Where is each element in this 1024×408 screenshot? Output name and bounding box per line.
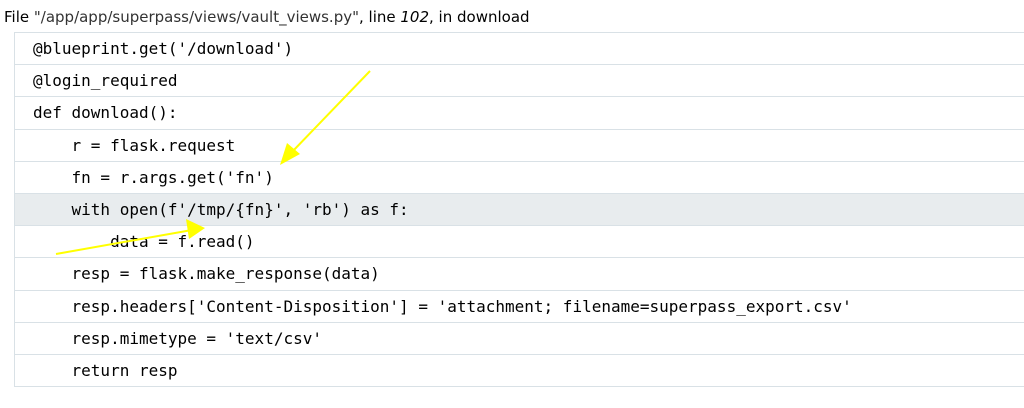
in-label: , in xyxy=(429,8,457,26)
traceback-frame-header: File "/app/app/superpass/views/vault_vie… xyxy=(4,8,530,26)
code-line: @login_required xyxy=(15,65,1024,98)
code-line: @blueprint.get('/download') xyxy=(15,33,1024,66)
line-label: , line xyxy=(359,8,401,26)
code-line: resp.headers['Content-Disposition'] = 'a… xyxy=(15,291,1024,323)
code-line: data = f.read() xyxy=(15,226,1024,259)
line-number: 102 xyxy=(400,8,430,26)
source-code-block: @blueprint.get('/download') @login_requi… xyxy=(14,32,1024,388)
code-line: r = flask.request xyxy=(15,130,1024,162)
code-line: resp.mimetype = 'text/csv' xyxy=(15,323,1024,355)
code-line: return resp xyxy=(15,355,1024,388)
code-line: def download(): xyxy=(15,97,1024,130)
code-line: fn = r.args.get('fn') xyxy=(15,162,1024,194)
code-line-current: with open(f'/tmp/{fn}', 'rb') as f: xyxy=(15,193,1024,227)
file-path: "/app/app/superpass/views/vault_views.py… xyxy=(33,8,359,26)
code-line: resp = flask.make_response(data) xyxy=(15,258,1024,291)
file-label: File xyxy=(4,8,34,26)
function-name: download xyxy=(457,8,530,26)
